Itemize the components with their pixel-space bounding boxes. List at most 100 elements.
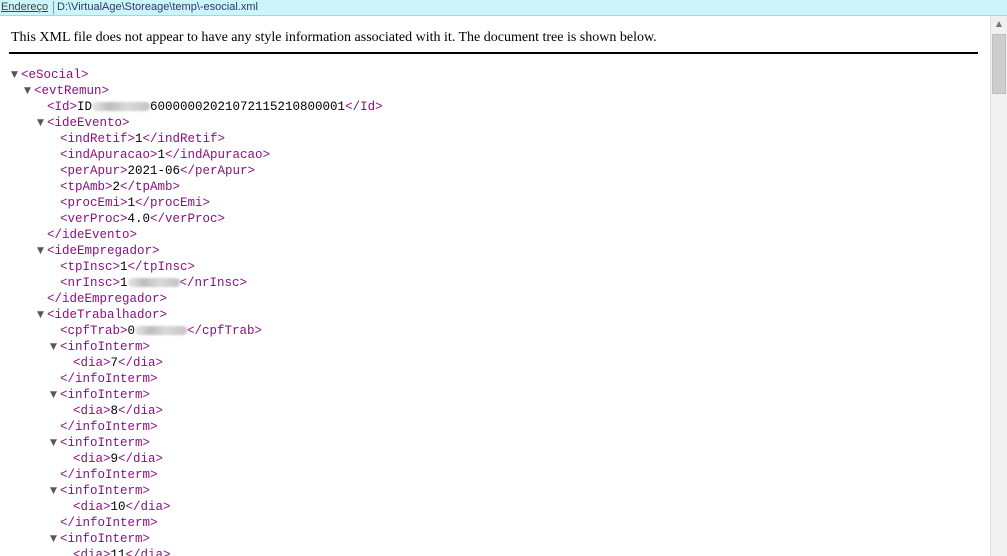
xml-text-value: 0 [127,324,136,338]
xml-text-value: 1 [157,148,166,162]
xml-tree-line: <dia>9</dia> [0,451,990,467]
xml-close-tag: </indApuracao> [165,148,271,162]
xml-close-tag: </procEmi> [135,196,211,210]
vertical-scrollbar[interactable]: ▲ [990,16,1007,556]
notice-divider [9,52,978,54]
xml-tree-line: <indApuracao>1</indApuracao> [0,147,990,163]
xml-close-tag: </nrInsc> [179,276,248,290]
xml-tree-line: <perApur>2021-06</perApur> [0,163,990,179]
xml-text-value: 10 [110,500,126,514]
xml-tree-line: </infoInterm> [0,419,990,435]
xml-open-tag: <eSocial> [21,68,89,82]
xml-open-tag: <verProc> [60,212,128,226]
xml-open-tag: <ideEmpregador> [47,244,160,258]
xml-close-tag: </dia> [118,356,164,370]
xml-tree-line: </ideEmpregador> [0,291,990,307]
xml-tree-line: <dia>11</dia> [0,547,990,556]
xml-open-tag: <dia> [73,356,111,370]
xml-close-tag: </tpAmb> [120,180,181,194]
xml-text-value: 2021-06 [127,164,181,178]
xml-tree-line: <nrInsc>1 </nrInsc> [0,275,990,291]
xml-tree-line: ▼ <ideTrabalhador> [0,307,990,323]
xml-close-tag: </Id> [345,100,383,114]
xml-text-value: 1 [127,196,136,210]
xml-tree-line: <cpfTrab>0 </cpfTrab> [0,323,990,339]
address-label: Endereço [1,1,49,13]
xml-text-value: 4.0 [127,212,151,226]
xml-open-tag: <dia> [73,452,111,466]
xml-close-tag: </ideEvento> [47,228,138,242]
style-info-notice: This XML file does not appear to have an… [11,30,657,45]
expand-collapse-triangle-icon[interactable]: ▼ [50,483,60,499]
xml-close-tag: </indRetif> [142,132,226,146]
xml-text-value: 7 [110,356,119,370]
expand-collapse-triangle-icon[interactable]: ▼ [50,387,60,403]
xml-close-tag: </infoInterm> [60,516,158,530]
xml-open-tag: <tpAmb> [60,180,113,194]
expand-collapse-triangle-icon[interactable]: ▼ [50,435,60,451]
scrollbar-thumb[interactable] [992,34,1006,94]
redacted-value [135,326,188,336]
xml-tree-line: <dia>8</dia> [0,403,990,419]
xml-text-value: 1 [120,260,128,274]
xml-open-tag: <perApur> [60,164,128,178]
xml-tree-line: <tpAmb>2</tpAmb> [0,179,990,195]
address-bar: Endereço D:\VirtualAge\Storeage\temp\-es… [0,0,1007,16]
xml-tree-line: ▼ <infoInterm> [0,435,990,451]
xml-text-value: 1 [135,132,143,146]
redacted-value [127,278,180,288]
expand-collapse-triangle-icon[interactable]: ▼ [50,531,60,547]
xml-tree-line: </infoInterm> [0,371,990,387]
xml-open-tag: <Id> [47,100,78,114]
xml-close-tag: </infoInterm> [60,372,158,386]
xml-document-tree: ▼ <eSocial> ▼ <evtRemun> <Id>ID 6000000202107… [0,67,990,556]
address-input[interactable]: D:\VirtualAge\Storeage\temp\-esocial.xml [57,0,258,15]
xml-tree-line: ▼ <ideEmpregador> [0,243,990,259]
xml-tree-line: ▼ <infoInterm> [0,387,990,403]
xml-close-tag: </dia> [125,500,171,514]
expand-collapse-triangle-icon[interactable]: ▼ [37,115,47,131]
xml-tree-line: ▼ <eSocial> [0,67,990,83]
xml-open-tag: <evtRemun> [34,84,110,98]
redacted-value [92,102,151,112]
xml-close-tag: </dia> [125,548,171,556]
xml-open-tag: <indApuracao> [60,148,158,162]
xml-open-tag: <dia> [73,500,111,514]
xml-tree-line: <verProc>4.0</verProc> [0,211,990,227]
xml-tree-line: </ideEvento> [0,227,990,243]
xml-text-value: 60000002021072115210800001 [150,100,346,114]
expand-collapse-triangle-icon[interactable]: ▼ [50,339,60,355]
xml-tree-line: <procEmi>1</procEmi> [0,195,990,211]
xml-close-tag: </infoInterm> [60,468,158,482]
xml-tree-line: <Id>ID 60000002021072115210800001</Id> [0,99,990,115]
xml-tree-line: <indRetif>1</indRetif> [0,131,990,147]
xml-open-tag: <cpfTrab> [60,324,128,338]
xml-open-tag: <infoInterm> [60,484,151,498]
xml-open-tag: <indRetif> [60,132,136,146]
xml-tree-line: ▼ <infoInterm> [0,531,990,547]
xml-open-tag: <ideEvento> [47,116,130,130]
xml-text-value: 2 [112,180,121,194]
xml-tree-line: <dia>10</dia> [0,499,990,515]
xml-tree-line: </infoInterm> [0,467,990,483]
address-separator [53,1,54,14]
xml-open-tag: <nrInsc> [60,276,121,290]
xml-open-tag: <dia> [73,404,111,418]
xml-close-tag: </tpInsc> [127,260,196,274]
xml-text-value: 8 [110,404,119,418]
xml-open-tag: <dia> [73,548,111,556]
expand-collapse-triangle-icon[interactable]: ▼ [37,243,47,259]
xml-tree-line: ▼ <infoInterm> [0,339,990,355]
xml-open-tag: <tpInsc> [60,260,121,274]
xml-close-tag: </verProc> [150,212,226,226]
expand-collapse-triangle-icon[interactable]: ▼ [11,67,21,83]
xml-tree-line: ▼ <evtRemun> [0,83,990,99]
expand-collapse-triangle-icon[interactable]: ▼ [24,83,34,99]
xml-tree-line: ▼ <ideEvento> [0,115,990,131]
scroll-up-arrow-icon[interactable]: ▲ [991,16,1007,32]
expand-collapse-triangle-icon[interactable]: ▼ [37,307,47,323]
xml-open-tag: <ideTrabalhador> [47,308,168,322]
xml-close-tag: </infoInterm> [60,420,158,434]
xml-open-tag: <infoInterm> [60,340,151,354]
xml-tree-line: <dia>7</dia> [0,355,990,371]
